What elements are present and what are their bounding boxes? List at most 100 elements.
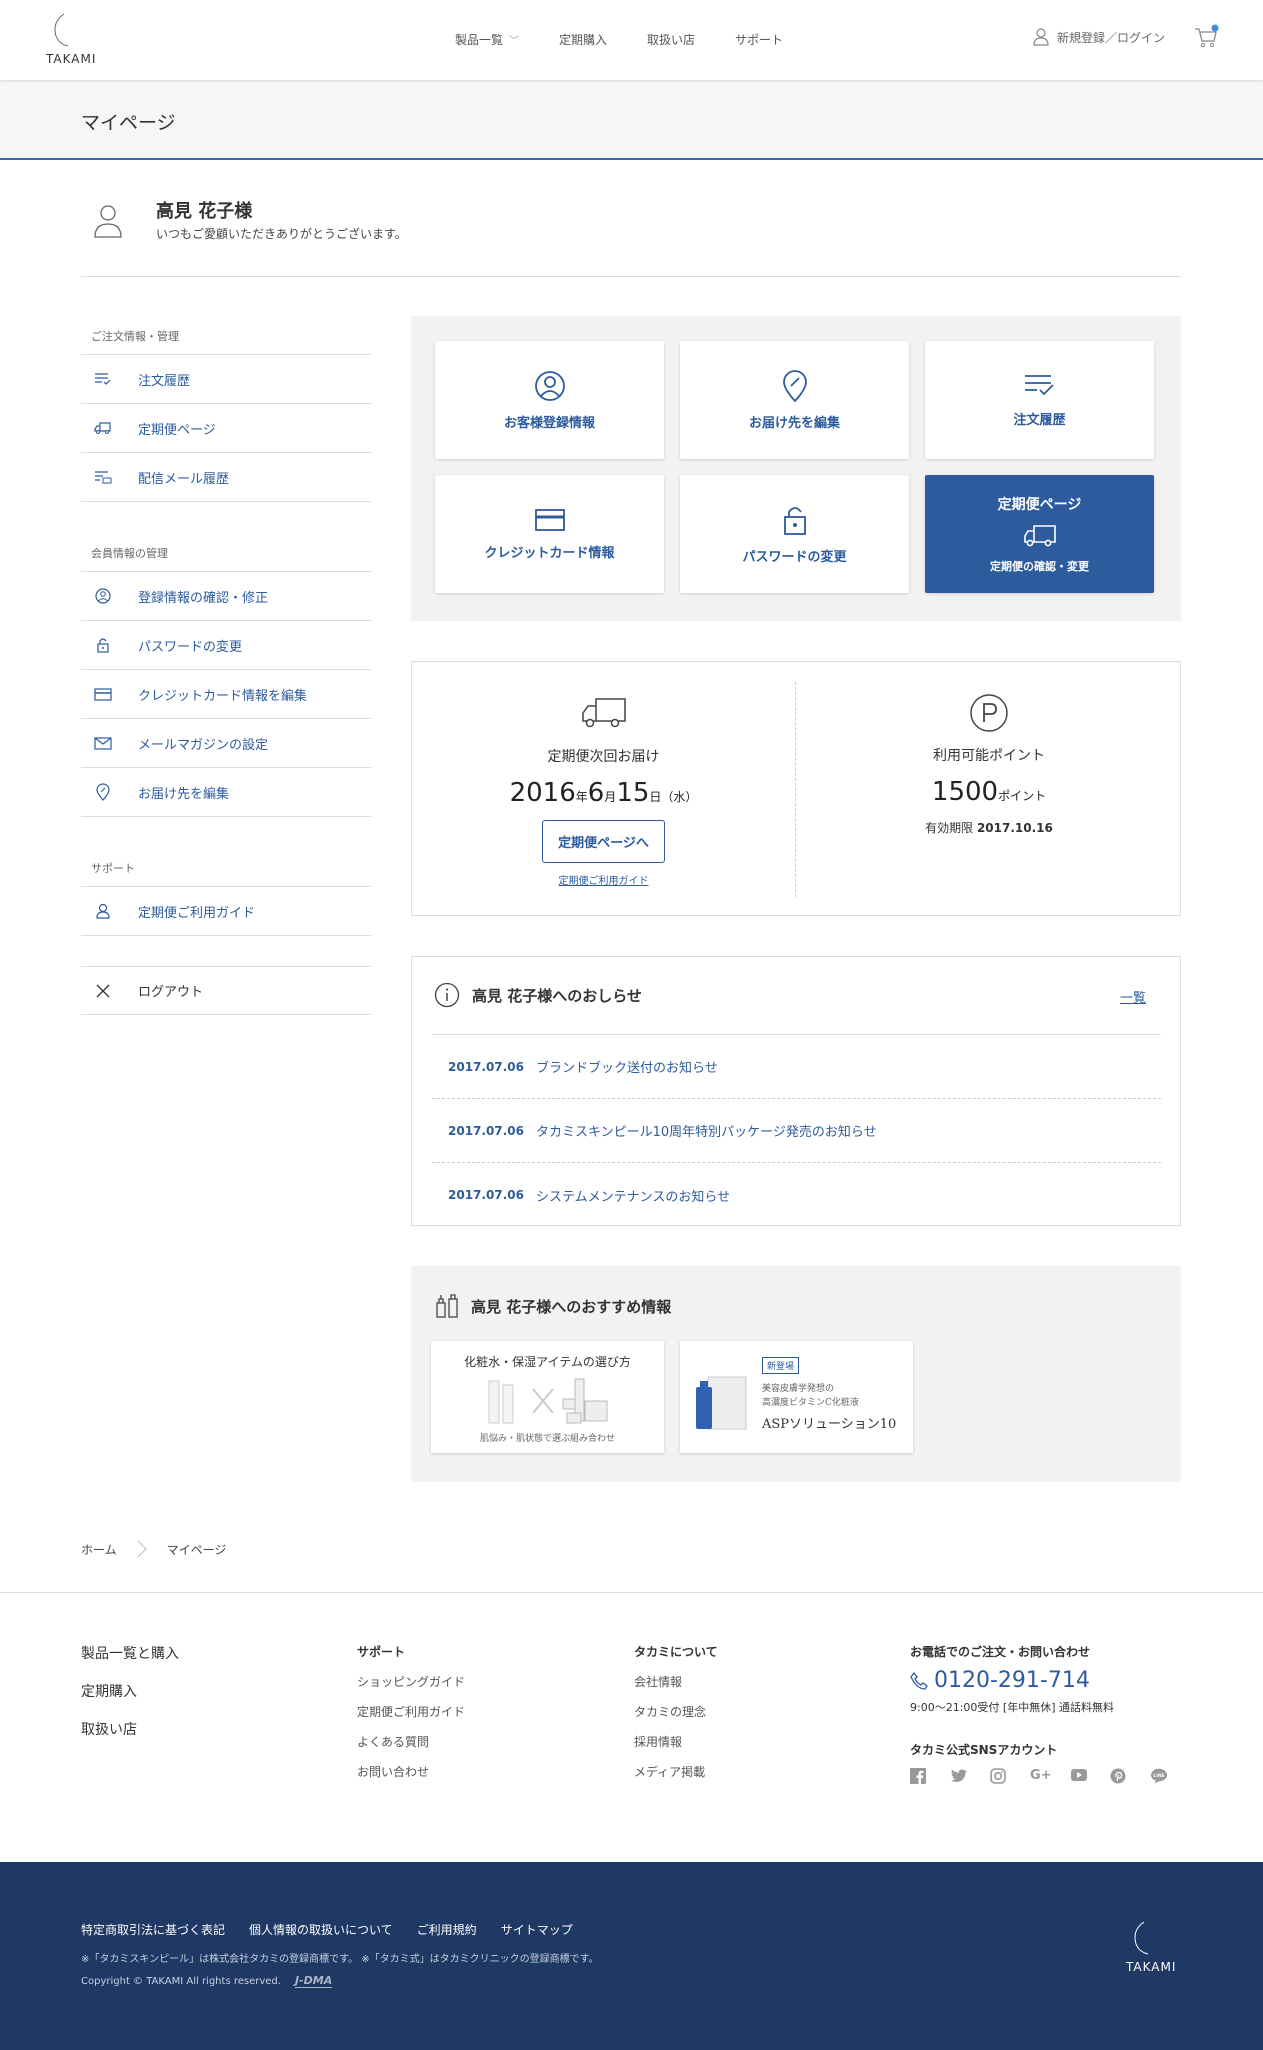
recommend-card-asp-solution[interactable]: 新登場 美容皮膚学発想の 高濃度ビタミンC化粧液 ASPソリューション10 <box>680 1341 913 1453</box>
truck-icon <box>1023 524 1057 548</box>
user-circle-icon <box>534 370 566 402</box>
tile-order-history[interactable]: 注文履歴 <box>925 341 1154 459</box>
footer-link-contact[interactable]: お問い合わせ <box>357 1763 465 1780</box>
delivery-label: 定期便次回お届け <box>547 749 660 765</box>
nav-stores[interactable]: 取扱い店 <box>647 31 695 48</box>
subscription-guide-link[interactable]: 定期便ご利用ガイド <box>559 876 649 887</box>
footer-takami-logo[interactable]: TAKAMI <box>1124 1920 1184 1980</box>
footer-link-stores[interactable]: 取扱い店 <box>81 1719 179 1739</box>
lock-icon <box>93 637 113 653</box>
tile-label: クレジットカード情報 <box>484 545 615 561</box>
chevron-down-icon: ﹀ <box>509 36 520 47</box>
footer-link-shopping-guide[interactable]: ショッピングガイド <box>357 1673 465 1690</box>
sidebar-item-guide[interactable]: 定期便ご利用ガイド <box>81 887 371 936</box>
pinterest-icon[interactable] <box>1110 1768 1150 1784</box>
line-icon[interactable]: LINE <box>1150 1768 1190 1784</box>
news-date: 2017.07.06 <box>448 1188 524 1202</box>
footer-link-recruit[interactable]: 採用情報 <box>634 1733 718 1750</box>
sidebar-item-address[interactable]: お届け先を編集 <box>81 768 371 817</box>
page-title-band: マイページ <box>0 80 1263 160</box>
tile-address[interactable]: お届け先を編集 <box>680 341 909 459</box>
sidebar-label: 登録情報の確認・修正 <box>138 590 269 606</box>
tile-credit-card[interactable]: クレジットカード情報 <box>435 475 664 593</box>
breadcrumb-home[interactable]: ホーム <box>81 1541 117 1558</box>
logout-label: ログアウト <box>138 985 204 1000</box>
card-subtitle: 肌悩み・肌状態で選ぶ組み合わせ <box>479 1434 615 1444</box>
sidebar-item-newsletter[interactable]: メールマガジンの設定 <box>81 719 371 768</box>
login-link[interactable]: 新規登録／ログイン <box>1033 28 1165 46</box>
news-list-link[interactable]: 一覧 <box>1120 987 1146 1006</box>
footer-link-media[interactable]: メディア掲載 <box>634 1763 718 1780</box>
legal-link-tokushoho[interactable]: 特定商取引法に基づく表記 <box>81 1921 225 1938</box>
footer-link-philosophy[interactable]: タカミの理念 <box>634 1703 718 1720</box>
recommend-heading: 高見 花子様へのおすすめ情報 <box>435 1293 671 1319</box>
phone-number[interactable]: 0120-291-714 <box>910 1668 1190 1693</box>
nav-support[interactable]: サポート <box>735 31 783 48</box>
sidebar-heading-support: サポート <box>81 852 371 887</box>
sidebar-label: 定期便ページ <box>138 422 216 438</box>
nav-subscription[interactable]: 定期購入 <box>559 31 607 48</box>
breadcrumb: ホーム マイページ <box>81 1540 226 1558</box>
tile-subscription[interactable]: 定期便ページ 定期便の確認・変更 <box>925 475 1154 593</box>
copyright: Copyright © TAKAMI All rights reserved. … <box>81 1974 333 1988</box>
delivery-date: 2016年6月15日（水） <box>412 778 795 808</box>
sidebar-item-order-history[interactable]: 注文履歴 <box>81 355 371 404</box>
sns-icons: G+ LINE <box>910 1768 1190 1784</box>
nav-products-label: 製品一覧 <box>455 33 504 47</box>
news-text: システムメンテナンスのお知らせ <box>536 1189 731 1205</box>
footer-link-company[interactable]: 会社情報 <box>634 1673 718 1690</box>
footer-link-products[interactable]: 製品一覧と購入 <box>81 1643 179 1663</box>
footer-contact: お電話でのご注文・お問い合わせ 0120-291-714 9:00～21:00受… <box>910 1643 1190 1784</box>
tile-password[interactable]: パスワードの変更 <box>680 475 909 593</box>
tile-customer-info[interactable]: お客様登録情報 <box>435 341 664 459</box>
tile-label: お届け先を編集 <box>748 415 840 431</box>
sidebar-item-password[interactable]: パスワードの変更 <box>81 621 371 670</box>
footer-main-links: 製品一覧と購入 定期購入 取扱い店 <box>81 1643 179 1757</box>
footer-bottom-bar: 特定商取引法に基づく表記 個人情報の取扱いについて ご利用規約 サイトマップ ※… <box>0 1862 1263 2050</box>
greeting-message: いつもご愛顧いただきありがとうございます。 <box>156 227 407 241</box>
available-points: 利用可能ポイント 1500ポイント 有効期限 2017.10.16 <box>797 662 1181 917</box>
legal-link-terms[interactable]: ご利用規約 <box>417 1921 477 1938</box>
youtube-icon[interactable] <box>1070 1768 1110 1784</box>
twitter-icon[interactable] <box>950 1768 990 1784</box>
avatar-icon <box>93 203 123 239</box>
news-date: 2017.07.06 <box>448 1123 524 1138</box>
footer-link-faq[interactable]: よくある質問 <box>357 1733 465 1750</box>
footer-link-subscription[interactable]: 定期購入 <box>81 1681 179 1701</box>
sidebar: ご注文情報・管理 注文履歴 定期便ページ 配信メール履歴 会員情報の管理 登録情… <box>81 320 371 1015</box>
copyright-text: Copyright © TAKAMI All rights reserved. <box>81 1975 281 1987</box>
news-item[interactable]: 2017.07.06 タカミスキンピール10周年特別パッケージ発売のお知らせ <box>432 1099 1161 1163</box>
google-plus-icon[interactable]: G+ <box>1030 1768 1070 1784</box>
points-label: 利用可能ポイント <box>933 748 1045 764</box>
sidebar-heading-member: 会員情報の管理 <box>81 537 371 572</box>
footer-logo-text: TAKAMI <box>1126 1960 1177 1974</box>
credit-card-icon <box>93 687 113 701</box>
cart-icon <box>1195 24 1219 48</box>
instagram-icon[interactable] <box>990 1768 1030 1784</box>
user-circle-icon <box>93 588 113 604</box>
cart-button[interactable] <box>1193 24 1219 50</box>
lock-icon <box>782 504 808 536</box>
legal-link-privacy[interactable]: 個人情報の取扱いについて <box>249 1921 393 1938</box>
footer-link-subscription-guide[interactable]: 定期便ご利用ガイド <box>357 1703 465 1720</box>
subscription-page-button[interactable]: 定期便ページへ <box>542 820 665 863</box>
takami-logo[interactable]: TAKAMI <box>44 12 104 68</box>
sidebar-item-mail-history[interactable]: 配信メール履歴 <box>81 453 371 502</box>
facebook-icon[interactable] <box>910 1768 950 1784</box>
nav-products[interactable]: 製品一覧 ﹀ <box>455 31 519 48</box>
sidebar-item-subscription[interactable]: 定期便ページ <box>81 404 371 453</box>
points-unit: ポイント <box>998 789 1047 803</box>
page-title: マイページ <box>81 112 176 134</box>
legal-link-sitemap[interactable]: サイトマップ <box>501 1921 573 1938</box>
sns-heading: タカミ公式SNSアカウント <box>910 1743 1058 1757</box>
sidebar-heading-orders: ご注文情報・管理 <box>81 320 371 355</box>
news-item[interactable]: 2017.07.06 ブランドブック送付のお知らせ <box>432 1035 1161 1099</box>
recommend-card-selection-guide[interactable]: 化粧水・保湿アイテムの選び方 肌悩み・肌状態で選ぶ組み合わせ <box>431 1341 664 1453</box>
tile-label: お客様登録情報 <box>503 415 595 431</box>
news-item[interactable]: 2017.07.06 システムメンテナンスのお知らせ <box>432 1163 1161 1227</box>
logout-button[interactable]: ログアウト <box>81 966 371 1015</box>
sidebar-item-credit-card[interactable]: クレジットカード情報を編集 <box>81 670 371 719</box>
tile-label: 定期便ページ <box>997 497 1082 513</box>
site-header: TAKAMI 製品一覧 ﹀ 定期購入 取扱い店 サポート 新規登録／ログイン <box>0 0 1263 80</box>
sidebar-item-profile[interactable]: 登録情報の確認・修正 <box>81 572 371 621</box>
